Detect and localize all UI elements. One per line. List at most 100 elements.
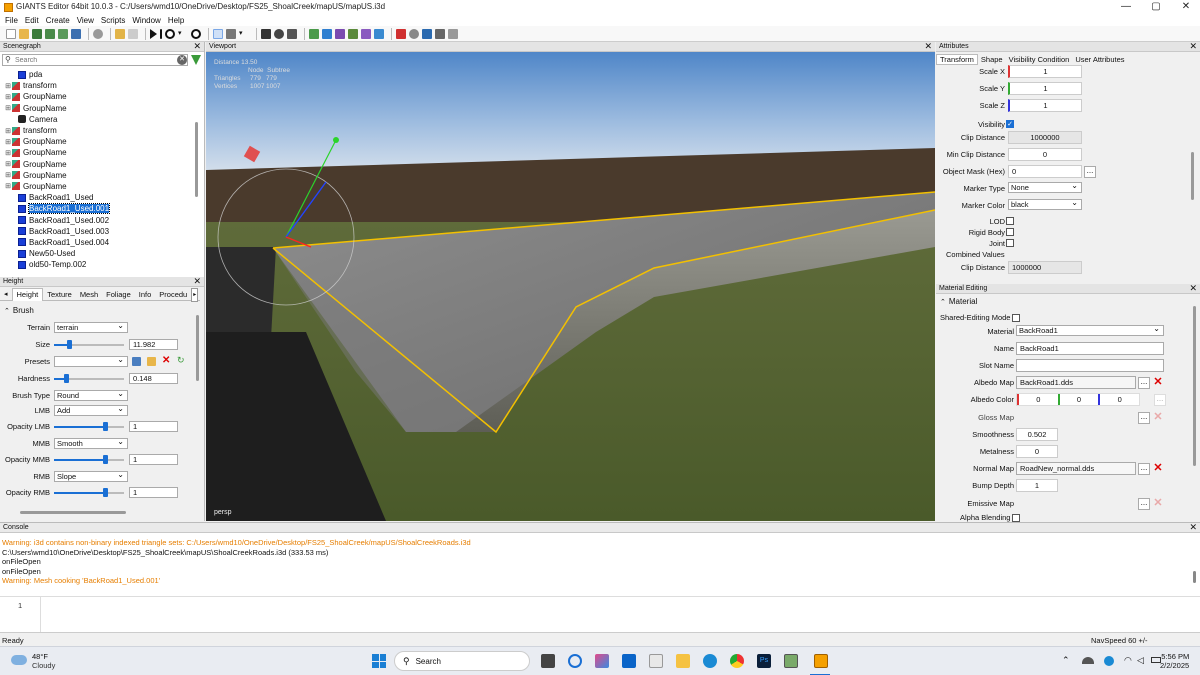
tree-node[interactable]: ⊞ GroupName	[0, 170, 200, 181]
select-icon[interactable]	[213, 28, 223, 39]
alpha-blending-checkbox[interactable]	[1012, 513, 1021, 522]
copilot-icon[interactable]	[568, 654, 582, 668]
gizmo-y-handle[interactable]	[333, 137, 339, 143]
minimize-button[interactable]: —	[1116, 1, 1136, 12]
tray-overflow-icon[interactable]: ⌃	[1062, 655, 1070, 666]
photoshop-icon[interactable]: Ps	[757, 654, 771, 668]
slot-name-input[interactable]	[1016, 359, 1164, 372]
save-as-icon[interactable]	[45, 28, 55, 39]
menu-window[interactable]: Window	[132, 16, 160, 25]
mask-input[interactable]: 0	[1008, 165, 1082, 178]
opacity-mmb-input[interactable]: 1	[129, 454, 178, 465]
albedo-r-value[interactable]: 0	[1019, 395, 1058, 404]
brushtype-select[interactable]: Round	[54, 389, 128, 401]
photos-icon[interactable]	[784, 654, 798, 668]
tree-node[interactable]: BackRoad1_Used.004	[0, 237, 200, 248]
close-icon[interactable]: ✕	[1189, 41, 1197, 51]
albedo-b-value[interactable]: 0	[1100, 395, 1139, 404]
albedo-g-value[interactable]: 0	[1060, 395, 1099, 404]
paint-mesh-icon[interactable]	[335, 28, 345, 39]
joint-checkbox[interactable]	[1006, 239, 1014, 247]
material-select[interactable]: BackRoad1	[1016, 324, 1164, 336]
delete-preset-icon[interactable]: ✕	[162, 355, 170, 366]
visibility-checkbox[interactable]: ✓	[1006, 120, 1014, 128]
camera-icon[interactable]	[435, 28, 445, 39]
play-icon[interactable]	[150, 28, 157, 39]
material-scrollbar[interactable]	[1193, 306, 1196, 466]
material-section[interactable]: ⌃ Material	[940, 297, 977, 306]
gloss-map-clear-icon[interactable]: ✕	[1152, 412, 1164, 424]
tab-scroll-left-icon[interactable]: ◂	[0, 289, 12, 301]
metalness-input[interactable]: 0	[1016, 445, 1058, 458]
height-scrollbar[interactable]	[196, 315, 199, 381]
tree-node[interactable]: ⊞ GroupName	[0, 91, 200, 102]
rotate-icon[interactable]	[274, 28, 284, 39]
tab-shape[interactable]: Shape	[978, 55, 1006, 64]
menu-help[interactable]: Help	[168, 16, 184, 25]
material-icon[interactable]	[422, 28, 432, 39]
export-icon[interactable]	[71, 28, 81, 39]
chrome-icon[interactable]	[730, 654, 744, 668]
task-view-icon[interactable]	[541, 654, 555, 668]
albedo-map-browse-button[interactable]: ...	[1138, 377, 1150, 389]
menu-create[interactable]: Create	[46, 16, 70, 25]
tab-procedural[interactable]: Procedu	[155, 289, 191, 301]
menu-view[interactable]: View	[77, 16, 94, 25]
tree-node[interactable]: ⊞ GroupName	[0, 103, 200, 114]
tab-user-attributes[interactable]: User Attributes	[1072, 55, 1127, 64]
scenegraph-icon[interactable]	[396, 28, 406, 39]
step-icon[interactable]	[160, 28, 162, 39]
paint-texture-icon[interactable]	[322, 28, 332, 39]
close-icon[interactable]: ✕	[193, 276, 201, 286]
tree-node[interactable]: old50-Temp.002	[0, 259, 200, 270]
settings-icon[interactable]	[409, 28, 419, 39]
console-scrollbar[interactable]	[1193, 571, 1196, 583]
tree-node[interactable]: ⊞ GroupName	[0, 136, 200, 147]
calendar-icon[interactable]	[649, 654, 663, 668]
collapse-icon[interactable]: ⌃	[4, 307, 10, 315]
tree-node[interactable]: ⊞ GroupName	[0, 147, 200, 158]
material-name-input[interactable]: BackRoad1	[1016, 342, 1164, 355]
bump-depth-input[interactable]: 1	[1016, 479, 1058, 492]
scale-z-input[interactable]: 1	[1008, 99, 1082, 112]
tree-node[interactable]: New50-Used	[0, 248, 200, 259]
menu-edit[interactable]: Edit	[25, 16, 39, 25]
tab-visibility-condition[interactable]: Visibility Condition	[1006, 55, 1073, 64]
hardness-input[interactable]: 0.148	[129, 373, 178, 384]
scale-x-input[interactable]: 1	[1008, 65, 1082, 78]
albedo-color-picker-button[interactable]: ...	[1154, 394, 1166, 406]
close-icon[interactable]: ✕	[1189, 283, 1197, 293]
paint-foliage-icon[interactable]	[348, 28, 358, 39]
scenegraph-scrollbar[interactable]	[195, 122, 198, 197]
store-icon[interactable]	[595, 654, 609, 668]
hardness-slider[interactable]	[54, 373, 124, 384]
load-preset-icon[interactable]	[147, 357, 156, 366]
zoom-icon[interactable]	[191, 28, 201, 39]
marker-type-select[interactable]: None	[1008, 181, 1082, 193]
expand-icon[interactable]: ⊞	[4, 149, 12, 157]
emissive-map-browse-button[interactable]: ...	[1138, 498, 1150, 510]
height-hscrollbar[interactable]	[20, 511, 126, 514]
edge-icon[interactable]	[703, 654, 717, 668]
smoothness-input[interactable]: 0.502	[1016, 428, 1058, 441]
expand-icon[interactable]: ⊞	[4, 138, 12, 146]
expand-icon[interactable]: ⊞	[4, 182, 12, 190]
tree-node[interactable]: Camera	[0, 114, 200, 125]
menu-file[interactable]: File	[5, 16, 18, 25]
taskbar-search[interactable]: ⚲ Search	[394, 651, 530, 671]
shared-editing-checkbox[interactable]	[1012, 313, 1021, 322]
emissive-map-clear-icon[interactable]: ✕	[1152, 498, 1164, 510]
console-input[interactable]: 1	[0, 596, 1200, 633]
tab-info[interactable]: Info	[135, 289, 156, 301]
menu-scripts[interactable]: Scripts	[101, 16, 125, 25]
expand-icon[interactable]: ⊞	[4, 93, 12, 101]
clock[interactable]: 5:56 PM 2/2/2025	[1160, 652, 1189, 670]
refresh-icon[interactable]: ↻	[177, 355, 185, 366]
paint-info-icon[interactable]	[361, 28, 371, 39]
expand-icon[interactable]: ⊞	[4, 82, 12, 90]
tab-mesh[interactable]: Mesh	[76, 289, 102, 301]
onedrive-cloud-icon[interactable]	[1082, 657, 1094, 664]
tree-node[interactable]: BackRoad1_Used	[0, 192, 200, 203]
lock-icon[interactable]	[448, 28, 458, 39]
opacity-rmb-slider[interactable]	[54, 487, 124, 498]
